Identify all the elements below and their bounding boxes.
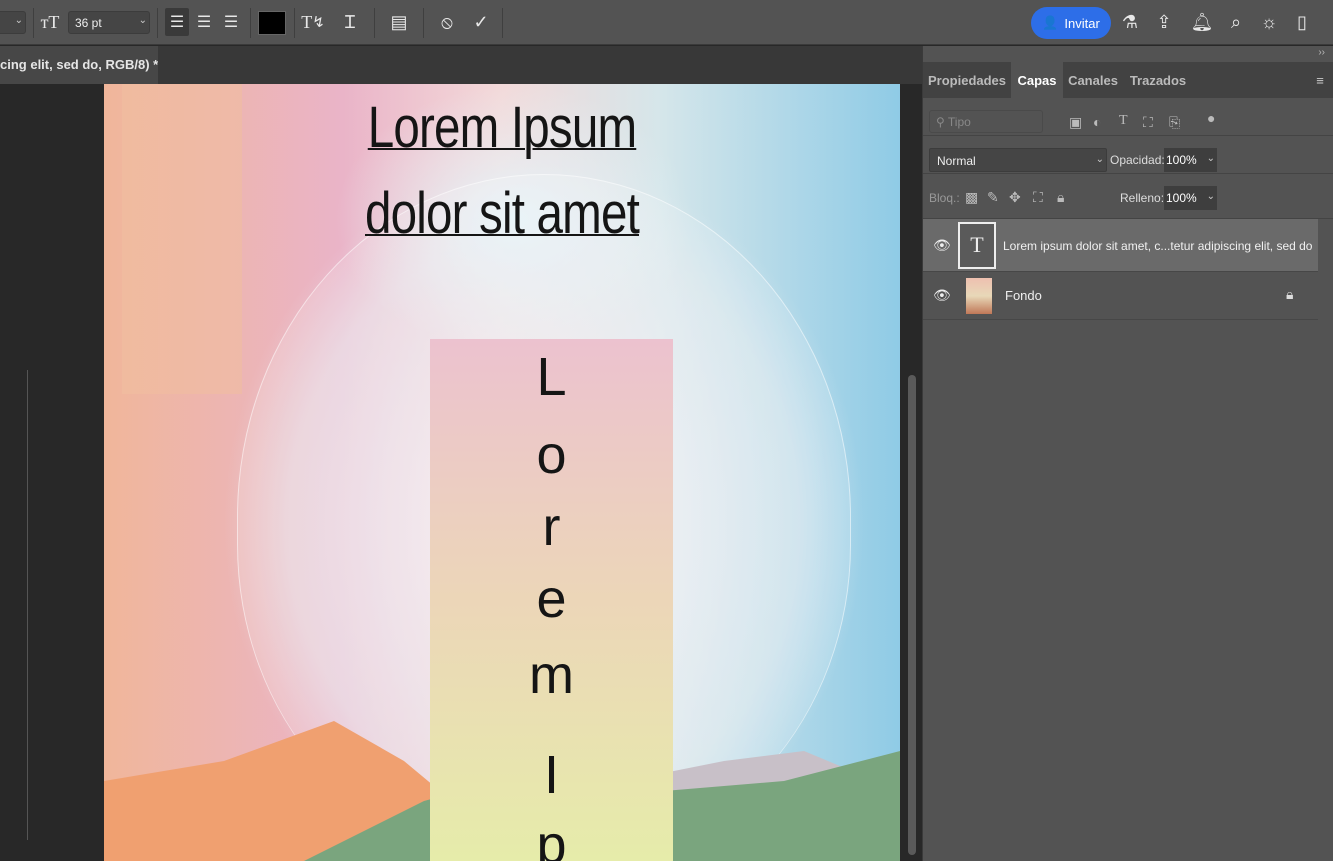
vertical-letter: m	[529, 645, 574, 705]
layer-row-fondo[interactable]: 👁︎ Fondo 🔒︎	[923, 272, 1318, 320]
layer-thumbnail	[966, 278, 992, 314]
font-size-value: 36 pt	[75, 16, 102, 30]
fill-value: 100%	[1166, 191, 1197, 205]
layer-name[interactable]: Lorem ipsum dolor sit amet, c...tetur ad…	[1003, 239, 1312, 253]
filter-placeholder: Tipo	[947, 115, 971, 129]
opacity-label: Opacidad:	[1110, 153, 1165, 167]
lock-artboard-icon[interactable]: ⛶	[1033, 189, 1043, 206]
text-color-swatch[interactable]	[258, 11, 286, 35]
visibility-eye-icon[interactable]: 👁︎	[933, 287, 951, 304]
user-add-icon: 👤	[1042, 15, 1059, 30]
tab-propiedades[interactable]: Propiedades	[923, 62, 1011, 98]
smart-object-filter-icon[interactable]: ⎘	[1169, 114, 1180, 131]
fill-input[interactable]: 100% ⌄	[1164, 186, 1217, 210]
panel-menu-icon[interactable]: ≡	[1310, 62, 1330, 98]
lock-move-icon[interactable]: ✥	[1009, 189, 1021, 206]
opacity-input[interactable]: 100% ⌄	[1164, 148, 1217, 172]
type-filter-icon[interactable]: T	[1119, 113, 1128, 129]
flask-icon[interactable]: ⚗	[1118, 8, 1142, 36]
adjustment-filter-icon[interactable]: ◐	[1093, 114, 1101, 130]
invite-button[interactable]: 👤 Invitar	[1031, 7, 1111, 39]
options-bar: ⌄ ᴛT 36 pt ⌄ ☰ ☰ ☰ T ↯ Ɪ ▤ ⦸ ✓ 👤 Invitar ⚗ …	[0, 0, 1333, 45]
lock-icon: 🔒︎	[1286, 286, 1294, 302]
cancel-icon[interactable]: ⦸	[434, 8, 460, 36]
tab-trazados[interactable]: Trazados	[1123, 62, 1193, 98]
collapse-icon[interactable]: ››	[1318, 47, 1325, 58]
document-tab[interactable]: cing elit, sed do, RGB/8) *	[0, 46, 158, 84]
lightbulb-icon[interactable]: ☼	[1257, 8, 1281, 36]
vertical-letter: L	[536, 347, 567, 407]
layer-name[interactable]: Fondo	[1005, 288, 1042, 303]
filter-toggle[interactable]: ●	[1207, 110, 1215, 126]
workspace-icon[interactable]: ▯	[1290, 8, 1314, 36]
visibility-eye-icon[interactable]: 👁︎	[933, 237, 951, 254]
bell-icon[interactable]: 🔔︎	[1190, 8, 1214, 36]
warp-text-icon[interactable]: T ↯	[300, 8, 326, 36]
align-center-button[interactable]: ☰	[192, 8, 216, 36]
commit-check-icon[interactable]: ✓	[468, 8, 494, 36]
font-size-select[interactable]: 36 pt ⌄	[68, 11, 150, 34]
search-icon[interactable]: ⌕	[1224, 8, 1248, 36]
share-icon[interactable]: ⇪	[1152, 8, 1176, 36]
vertical-letter: o	[536, 425, 567, 485]
text-layer-thumbnail-icon: T	[958, 222, 996, 269]
vertical-scrollbar[interactable]	[908, 375, 916, 855]
align-left-button[interactable]: ☰	[165, 8, 189, 36]
lock-label: Bloq.:	[929, 191, 960, 205]
font-size-icon: ᴛT	[40, 11, 60, 32]
vertical-letter: r	[542, 497, 561, 557]
shape-filter-icon[interactable]: ⛶	[1143, 114, 1153, 131]
fill-label: Relleno:	[1120, 191, 1165, 205]
tab-capas[interactable]: Capas	[1011, 62, 1063, 98]
title-line-2[interactable]: dolor sit amet	[176, 180, 829, 247]
invite-label: Invitar	[1064, 15, 1100, 31]
title-line-1[interactable]: Lorem Ipsum	[176, 94, 829, 161]
document-canvas[interactable]: Lorem Ipsum dolor sit amet L o r e m I p	[104, 84, 900, 861]
character-panel-icon[interactable]: ▤	[386, 8, 412, 36]
blend-mode-select[interactable]: Normal ⌄	[929, 148, 1107, 172]
layer-row-text[interactable]: 👁︎ T Lorem ipsum dolor sit amet, c...tet…	[923, 219, 1318, 272]
opacity-value: 100%	[1166, 153, 1197, 167]
vertical-letter: e	[536, 569, 567, 629]
tab-canales[interactable]: Canales	[1063, 62, 1123, 98]
layer-filter-select[interactable]: ⚲ Tipo	[929, 110, 1043, 133]
blend-mode-value: Normal	[937, 154, 976, 168]
lock-transparency-icon[interactable]: ▩	[965, 189, 978, 206]
lock-all-icon[interactable]: 🔒︎	[1057, 189, 1064, 206]
font-style-select[interactable]: ⌄	[0, 11, 26, 34]
vertical-letter: I	[543, 745, 559, 805]
text-on-path-icon[interactable]: Ɪ	[338, 8, 362, 36]
vertical-letter: p	[536, 815, 567, 861]
align-right-button[interactable]: ☰	[219, 8, 243, 36]
lock-brush-icon[interactable]: ✎	[987, 189, 999, 206]
pixel-filter-icon[interactable]: ▣	[1069, 114, 1082, 131]
layers-panel: ›› Propiedades Capas Canales Trazados ≡ …	[922, 46, 1333, 861]
document-tab-bar: cing elit, sed do, RGB/8) *	[0, 46, 922, 84]
